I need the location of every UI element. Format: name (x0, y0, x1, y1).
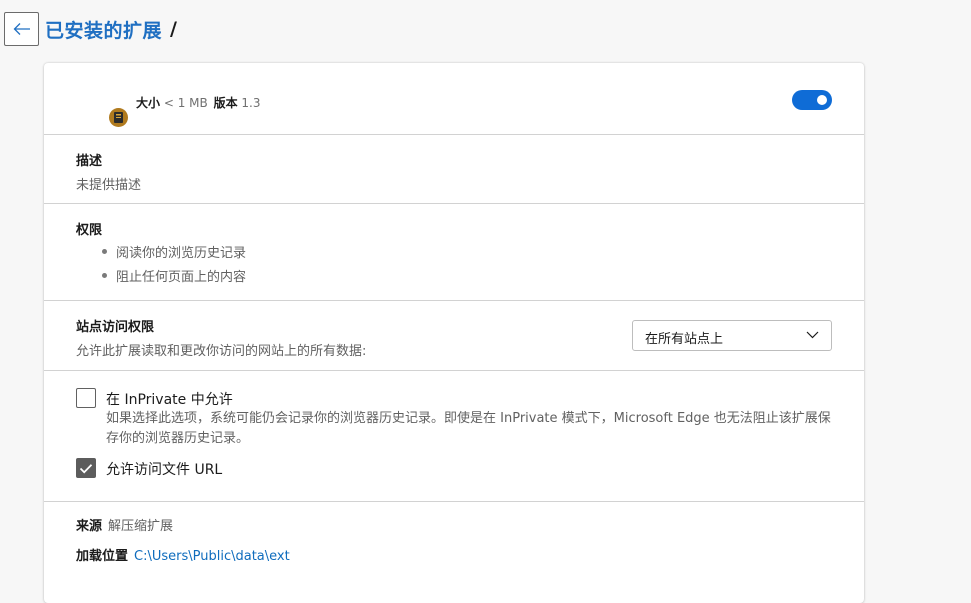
size-value: < 1 MB (163, 96, 208, 110)
load-location-row: 加载位置 C:\Users\Public\data\ext (76, 545, 290, 564)
load-location-link[interactable]: C:\Users\Public\data\ext (134, 549, 290, 564)
extension-details-card: 大小 < 1 MB 版本 1.3 描述 未提供描述 权限 阅读你的浏览历史记录 … (44, 63, 864, 603)
extension-meta: 大小 < 1 MB 版本 1.3 (136, 94, 261, 111)
description-text: 未提供描述 (76, 178, 142, 193)
site-access-select[interactable]: 在所有站点上 (632, 320, 832, 351)
back-button[interactable] (4, 12, 39, 46)
description-heading: 描述 (76, 154, 103, 169)
size-label: 大小 (136, 96, 161, 110)
extension-enable-toggle[interactable] (792, 90, 832, 110)
inprivate-label[interactable]: 在 InPrivate 中允许 (106, 389, 233, 409)
checkmark-icon (79, 463, 93, 473)
extension-summary: 大小 < 1 MB 版本 1.3 (44, 63, 864, 135)
page-title[interactable]: 已安装的扩展 (45, 16, 162, 43)
back-arrow-icon (13, 23, 30, 35)
site-access-heading: 站点访问权限 (76, 320, 155, 335)
options-section: 在 InPrivate 中允许 如果选择此选项，系统可能仍会记录你的浏览器历史记… (44, 371, 864, 502)
source-row: 来源 解压缩扩展 (76, 515, 173, 534)
source-label: 来源 (76, 519, 103, 534)
chevron-down-icon (806, 331, 819, 339)
version-label: 版本 (213, 96, 238, 110)
file-url-label[interactable]: 允许访问文件 URL (106, 459, 222, 479)
extension-icon (109, 108, 128, 127)
description-section: 描述 未提供描述 (44, 135, 864, 204)
bullet-icon (102, 249, 107, 254)
bullet-icon (102, 273, 107, 278)
permission-item: 阻止任何页面上的内容 (116, 270, 247, 285)
site-access-selected: 在所有站点上 (645, 332, 724, 347)
permissions-heading: 权限 (76, 223, 103, 238)
inprivate-checkbox[interactable] (76, 388, 96, 408)
source-value: 解压缩扩展 (108, 519, 174, 534)
file-url-checkbox[interactable] (76, 458, 96, 478)
inprivate-description: 如果选择此选项，系统可能仍会记录你的浏览器历史记录。即使是在 InPrivate… (106, 411, 831, 446)
load-location-label: 加载位置 (76, 549, 129, 564)
site-access-section: 站点访问权限 允许此扩展读取和更改你访问的网站上的所有数据: 在所有站点上 (44, 301, 864, 371)
breadcrumb-separator: / (170, 18, 177, 40)
toggle-knob (817, 95, 827, 105)
site-access-text: 允许此扩展读取和更改你访问的网站上的所有数据: (76, 344, 367, 359)
page-header: 已安装的扩展 / (4, 12, 177, 46)
permission-item: 阅读你的浏览历史记录 (116, 246, 247, 261)
permissions-section: 权限 阅读你的浏览历史记录 阻止任何页面上的内容 (44, 204, 864, 301)
version-value: 1.3 (241, 96, 261, 110)
